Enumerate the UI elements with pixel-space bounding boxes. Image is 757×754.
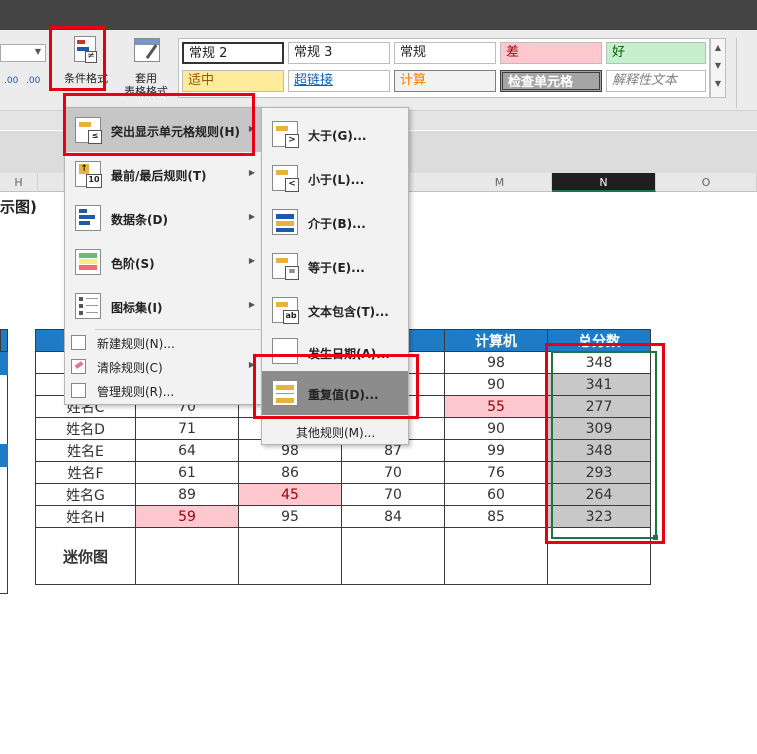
left-column-cells (0, 352, 8, 537)
cell-computer[interactable]: 99 (444, 439, 548, 462)
format-as-table-button[interactable]: 套用 表格格式 (118, 32, 174, 102)
chevron-right-icon: ▶ (248, 168, 255, 177)
menu-item-color-scales[interactable]: 色阶(S) ▶ (65, 240, 261, 284)
cell-computer[interactable]: 90 (444, 373, 548, 396)
cell-style-r1-0[interactable]: 常规 2 (182, 42, 284, 64)
number-format-dropdown[interactable]: ▼ (0, 44, 46, 62)
cell-name[interactable]: 姓名D (35, 417, 136, 440)
between-icon (272, 209, 298, 235)
sparkline-label[interactable]: 迷你图 (35, 527, 136, 585)
cell-name[interactable]: 姓名F (35, 461, 136, 484)
left-header-cell (0, 329, 8, 352)
cell-style-r2-1[interactable]: 超链接 (288, 70, 390, 92)
sparkline-cell[interactable] (135, 527, 239, 585)
manage-rules-icon (71, 383, 86, 398)
cell-c2[interactable]: 95 (238, 505, 342, 528)
sparkline-cell[interactable] (444, 527, 548, 585)
annotation-box-highlight-rules (63, 93, 255, 156)
submenu-item-less-than[interactable]: < 小于(L)... (262, 156, 408, 200)
cell-style-r2-4[interactable]: 解释性文本 (606, 70, 706, 92)
menu-item-top-bottom-rules[interactable]: ↑ 10 最前/最后规则(T) ▶ (65, 152, 261, 196)
eraser-icon (71, 359, 86, 374)
cell-c1[interactable]: 89 (135, 483, 239, 506)
data-bars-icon (75, 205, 101, 231)
cell-c1[interactable]: 64 (135, 439, 239, 462)
submenu-item-between[interactable]: 介于(B)... (262, 200, 408, 244)
cell-c3[interactable]: 70 (341, 461, 445, 484)
cell-computer[interactable]: 90 (444, 417, 548, 440)
cell-c2[interactable]: 86 (238, 461, 342, 484)
cell-c1[interactable]: 61 (135, 461, 239, 484)
chevron-down-icon: ▼ (34, 47, 41, 56)
chevron-right-icon: ▶ (248, 300, 255, 309)
column-header-m[interactable]: M (448, 173, 552, 192)
column-header-n[interactable]: N (552, 173, 656, 192)
cell-computer[interactable]: 60 (444, 483, 548, 506)
chevron-right-icon: ▶ (248, 256, 255, 265)
annotation-box-duplicate-values (253, 354, 419, 419)
cell-c2[interactable]: 45 (238, 483, 342, 506)
menu-divider (95, 329, 261, 330)
submenu-item-equal-to[interactable]: = 等于(E)... (262, 244, 408, 288)
cell-computer[interactable]: 76 (444, 461, 548, 484)
chevron-right-icon: ▶ (248, 212, 255, 221)
cell-style-r1-1[interactable]: 常规 3 (288, 42, 390, 64)
cell-style-r1-3[interactable]: 差 (500, 42, 602, 64)
cell-c1[interactable]: 59 (135, 505, 239, 528)
cell-style-r1-2[interactable]: 常规 (394, 42, 496, 64)
less-than-icon: < (272, 165, 299, 192)
annotation-box-total-column (545, 343, 665, 544)
cell-name[interactable]: 姓名H (35, 505, 136, 528)
menu-item-data-bars[interactable]: 数据条(D) ▶ (65, 196, 261, 240)
cell-computer[interactable]: 98 (444, 351, 548, 374)
submenu-item-more-rules[interactable]: 其他规则(M)... (262, 420, 408, 442)
table-format-icon (134, 38, 168, 66)
color-scales-icon (75, 249, 101, 275)
cell-name[interactable]: 姓名G (35, 483, 136, 506)
cell-style-r2-2[interactable]: 计算 (394, 70, 496, 92)
sparkline-cell[interactable] (341, 527, 445, 585)
cell-style-r1-4[interactable]: 好 (606, 42, 706, 64)
cell-style-r2-0[interactable]: 适中 (182, 70, 284, 92)
annotation-box-cond-format (49, 26, 106, 91)
increase-decimal-button[interactable]: .00 (4, 76, 24, 92)
new-rule-icon (71, 335, 86, 350)
greater-than-icon: > (272, 121, 299, 148)
top-bottom-icon: ↑ 10 (75, 161, 102, 188)
cell-style-r2-3[interactable]: 检查单元格 (500, 70, 602, 92)
decrease-decimal-button[interactable]: .00 (26, 76, 46, 92)
menu-item-new-rule[interactable]: 新建规则(N)... (65, 331, 261, 353)
cell-c3[interactable]: 70 (341, 483, 445, 506)
sparkline-cell[interactable] (238, 527, 342, 585)
icon-sets-icon (75, 293, 101, 319)
header-computer[interactable]: 计算机 (444, 329, 548, 352)
cell-name[interactable]: 姓名E (35, 439, 136, 462)
cell-computer[interactable]: 55 (444, 395, 548, 418)
sheet-title: 示图) (0, 198, 37, 216)
submenu-item-text-contains[interactable]: ab 文本包含(T)... (262, 288, 408, 332)
column-header-h[interactable]: H (0, 173, 38, 192)
column-header-o[interactable]: O (656, 173, 757, 192)
divider (736, 38, 737, 108)
cell-c3[interactable]: 84 (341, 505, 445, 528)
submenu-item-greater-than[interactable]: > 大于(G)... (262, 112, 408, 156)
menu-item-manage-rules[interactable]: 管理规则(R)... (65, 379, 261, 401)
text-contains-icon: ab (272, 297, 299, 324)
menu-item-icon-sets[interactable]: 图标集(I) ▶ (65, 284, 261, 328)
cell-c1[interactable]: 71 (135, 417, 239, 440)
equal-to-icon: = (272, 253, 299, 280)
menu-item-clear-rules[interactable]: 清除规则(C) ▶ (65, 355, 261, 377)
cell-computer[interactable]: 85 (444, 505, 548, 528)
left-sparkline-cell (0, 537, 8, 594)
gallery-scroll[interactable]: ▲ ▼ ▼ (710, 38, 726, 98)
